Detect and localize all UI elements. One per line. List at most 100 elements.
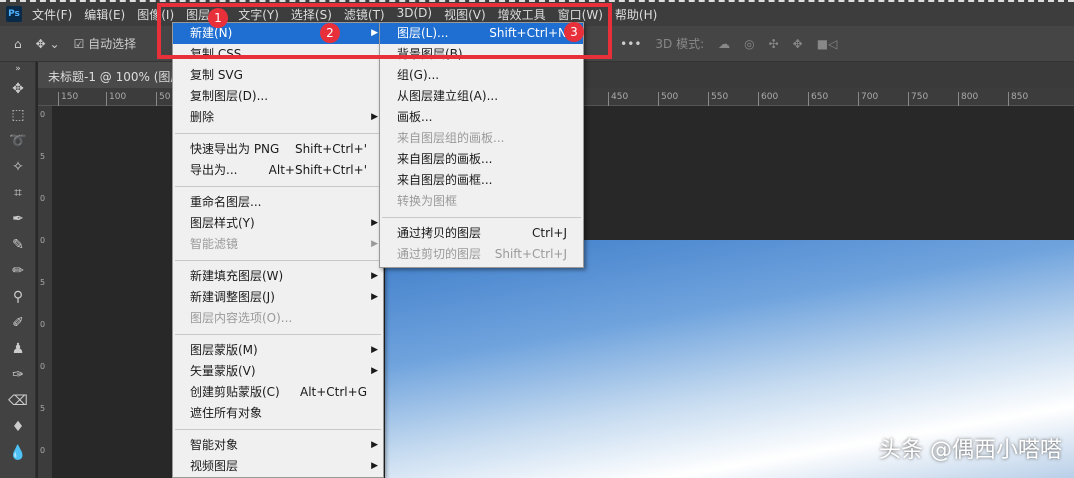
ruler-tick: 850	[1008, 92, 1028, 106]
auto-select-label: 自动选择	[88, 37, 137, 51]
menu-item[interactable]: 从图层建立组(A)...	[380, 86, 583, 107]
menu-item: 图层内容选项(O)...	[173, 308, 383, 329]
menu-1[interactable]: 编辑(E)	[84, 6, 125, 23]
menu-item[interactable]: 快速导出为 PNG Shift+Ctrl+'	[173, 139, 383, 160]
menu-item[interactable]: 图层样式(Y) ▶	[173, 213, 383, 234]
photoshop-logo: Ps	[6, 6, 22, 22]
menu-item[interactable]: 来自图层的画框...	[380, 170, 583, 191]
menu-item-label: 通过拷贝的图层	[397, 226, 482, 240]
submenu-arrow-icon: ▶	[371, 239, 378, 249]
stamp-icon[interactable]: ♟	[0, 336, 36, 362]
menu-item-label: 画板...	[397, 110, 433, 124]
menu-item[interactable]: 重命名图层...	[173, 192, 383, 213]
menu-0[interactable]: 文件(F)	[32, 6, 72, 23]
3d-roll-icon[interactable]: ◎	[744, 37, 754, 51]
brush-tool-icon[interactable]: ✏	[0, 258, 36, 284]
ruler-tick: 0	[40, 236, 46, 245]
home-icon[interactable]: ⌂	[14, 37, 22, 51]
move-tool-icon[interactable]: ✥ ⌄	[36, 37, 60, 51]
clone-stamp-icon[interactable]: ⚲	[0, 284, 36, 310]
menu-item[interactable]: 复制 SVG	[173, 65, 383, 86]
canvas-image-sky[interactable]: 头条 @偶西小嗒嗒	[385, 240, 1074, 478]
menu-item-label: 删除	[190, 110, 215, 124]
3d-orbit-icon[interactable]: ☁	[718, 37, 730, 51]
menu-item-label: 组(G)...	[397, 68, 440, 82]
menu-item-label: 快速导出为 PNG	[190, 142, 280, 156]
crop-tool-icon[interactable]: ⌗	[0, 180, 36, 206]
more-options-button[interactable]: •••	[620, 37, 641, 51]
blur-tool-icon[interactable]: 💧	[0, 440, 36, 466]
menu-11[interactable]: 帮助(H)	[615, 6, 657, 23]
menu-item-label: 新建填充图层(W)	[190, 269, 284, 283]
paint-bucket-icon[interactable]: ♦	[0, 414, 36, 440]
menu-item[interactable]: 来自图层的画板...	[380, 149, 583, 170]
menu-item[interactable]: 新建调整图层(J) ▶	[173, 287, 383, 308]
menu-item-label: 智能对象	[190, 438, 239, 452]
menu-item-label: 图层内容选项(O)...	[190, 311, 293, 325]
menu-item[interactable]: 创建剪贴蒙版(C) Alt+Ctrl+G	[173, 382, 383, 403]
ruler-tick: 550	[708, 92, 728, 106]
menu-separator	[175, 429, 381, 430]
3d-pan-icon[interactable]: ✣	[769, 37, 779, 51]
submenu-arrow-icon: ▶	[371, 271, 378, 281]
submenu-arrow-icon: ▶	[371, 112, 378, 122]
ruler-tick: 100	[106, 92, 126, 106]
menu-item-shortcut: Ctrl+J	[532, 226, 567, 240]
menu-item-label: 转换为图框	[397, 194, 458, 208]
menu-item[interactable]: 智能对象 ▶	[173, 435, 383, 456]
menu-item[interactable]: 画板...	[380, 107, 583, 128]
auto-select-checkbox[interactable]: ☑ 自动选择	[74, 35, 137, 52]
menu-separator	[175, 260, 381, 261]
menu-item-label: 创建剪贴蒙版(C)	[190, 385, 280, 399]
magic-wand-icon[interactable]: ✧	[0, 154, 36, 180]
ruler-tick: 50	[156, 92, 170, 106]
submenu-arrow-icon: ▶	[371, 218, 378, 228]
menu-item[interactable]: 组(G)...	[380, 65, 583, 86]
menu-item: 通过剪切的图层 Shift+Ctrl+J	[380, 244, 583, 265]
menu-item[interactable]: 通过拷贝的图层 Ctrl+J	[380, 223, 583, 244]
menu-item[interactable]: 视频图层 ▶	[173, 456, 383, 477]
menu-item[interactable]: 矢量蒙版(V) ▶	[173, 361, 383, 382]
menu-item-label: 图层蒙版(M)	[190, 343, 258, 357]
history-brush-icon[interactable]: ✐	[0, 310, 36, 336]
menu-item-label: 来自图层的画板...	[397, 152, 493, 166]
menu-item[interactable]: 导出为... Alt+Shift+Ctrl+'	[173, 160, 383, 181]
collapse-icon[interactable]: »	[0, 62, 36, 76]
menu-separator	[175, 334, 381, 335]
menu-item[interactable]: 遮住所有对象	[173, 403, 383, 424]
move-tool-icon[interactable]: ✥	[0, 76, 36, 102]
menu-item-label: 来自图层的画框...	[397, 173, 493, 187]
ruler-tick: 5	[40, 278, 46, 287]
healing-brush-icon[interactable]: ✎	[0, 232, 36, 258]
menu-item-label: 通过剪切的图层	[397, 247, 482, 261]
menu-item-label: 矢量蒙版(V)	[190, 364, 256, 378]
menu-separator	[175, 186, 381, 187]
mixer-brush-icon[interactable]: ✑	[0, 362, 36, 388]
menu-item: 转换为图框	[380, 191, 583, 212]
ruler-tick: 5	[40, 152, 46, 161]
menu-item[interactable]: 删除 ▶	[173, 107, 383, 128]
3d-slide-icon[interactable]: ✥	[793, 37, 803, 51]
ruler-tick: 0	[40, 320, 46, 329]
menu-item-label: 智能滤镜	[190, 237, 239, 251]
tools-panel: » ✥ ⬚ ➰ ✧ ⌗ ✒ ✎ ✏ ⚲ ✐ ♟ ✑ ⌫ ♦ 💧	[0, 62, 36, 478]
annotation-badge-3: 3	[564, 22, 584, 42]
ruler-tick: 450	[608, 92, 628, 106]
lasso-tool-icon[interactable]: ➰	[0, 128, 36, 154]
eraser-icon[interactable]: ⌫	[0, 388, 36, 414]
ruler-tick: 650	[808, 92, 828, 106]
3d-camera-icon[interactable]: ■◁	[817, 37, 838, 51]
menu-separator	[382, 217, 581, 218]
ruler-tick: 0	[40, 110, 46, 119]
menu-item-label: 视频图层	[190, 459, 239, 473]
marquee-tool-icon[interactable]: ⬚	[0, 102, 36, 128]
menu-item[interactable]: 复制图层(D)...	[173, 86, 383, 107]
menu-item[interactable]: 图层蒙版(M) ▶	[173, 340, 383, 361]
menu-item-label: 遮住所有对象	[190, 406, 263, 420]
watermark: 头条 @偶西小嗒嗒	[879, 438, 1062, 463]
document-tab[interactable]: 未标题-1 @ 100% (图层 1, RGB/8)	[38, 62, 178, 88]
menu-item-label: 新建调整图层(J)	[190, 290, 275, 304]
menu-item[interactable]: 新建填充图层(W) ▶	[173, 266, 383, 287]
eyedropper-icon[interactable]: ✒	[0, 206, 36, 232]
ruler-tick: 800	[958, 92, 978, 106]
